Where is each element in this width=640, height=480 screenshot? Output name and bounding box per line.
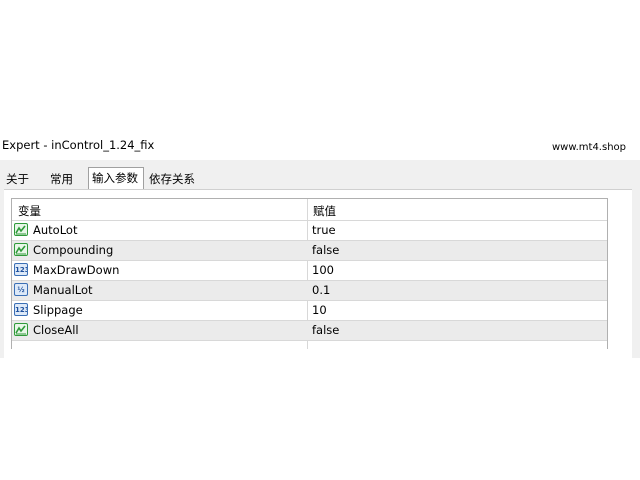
column-header-variable[interactable]: 变量 xyxy=(18,203,41,219)
param-value[interactable]: false xyxy=(312,323,339,337)
tab-common[interactable]: 常用 xyxy=(47,170,76,189)
window-title: Expert - inControl_1.24_fix xyxy=(2,138,155,152)
inputs-panel: 变量 赋值 AutoLot true Compounding false 12 … xyxy=(4,189,632,359)
param-row-closeall[interactable]: CloseAll false xyxy=(12,321,607,341)
dialog-body: 关于 常用 输入参数 依存关系 变量 赋值 AutoLot true Compo… xyxy=(0,160,640,359)
int-icon: 123 xyxy=(14,303,28,316)
bool-icon xyxy=(14,323,28,336)
double-icon: ½ xyxy=(14,283,28,296)
bool-icon xyxy=(14,223,28,236)
param-row-maxdrawdown[interactable]: 123 MaxDrawDown 100 xyxy=(12,261,607,281)
tab-dependencies[interactable]: 依存关系 xyxy=(146,170,198,189)
parameters-grid: 变量 赋值 AutoLot true Compounding false 12 … xyxy=(11,198,608,349)
int-icon: 123 xyxy=(14,263,28,276)
title-bar: Expert - inControl_1.24_fix www.mt4.shop xyxy=(0,134,640,160)
param-name: MaxDrawDown xyxy=(33,263,120,277)
watermark-text: www.mt4.shop xyxy=(551,142,626,153)
param-value[interactable]: 0.1 xyxy=(312,283,330,297)
expert-properties-dialog: Expert - inControl_1.24_fix www.mt4.shop… xyxy=(0,134,640,359)
param-name: CloseAll xyxy=(33,323,79,337)
tab-about[interactable]: 关于 xyxy=(3,170,32,189)
param-row-manuallot[interactable]: ½ ManualLot 0.1 xyxy=(12,281,607,301)
grid-header: 变量 赋值 xyxy=(12,199,607,221)
param-name: Slippage xyxy=(33,303,83,317)
param-value[interactable]: true xyxy=(312,223,336,237)
param-name: AutoLot xyxy=(33,223,78,237)
param-row-compounding[interactable]: Compounding false xyxy=(12,241,607,261)
param-row-slippage[interactable]: 123 Slippage 10 xyxy=(12,301,607,321)
param-value[interactable]: 100 xyxy=(312,263,334,277)
tab-inputs[interactable]: 输入参数 xyxy=(88,167,144,189)
column-header-value[interactable]: 赋值 xyxy=(313,203,336,219)
param-value[interactable]: false xyxy=(312,243,339,257)
param-value[interactable]: 10 xyxy=(312,303,327,317)
page: Expert - inControl_1.24_fix www.mt4.shop… xyxy=(0,0,640,480)
bool-icon xyxy=(14,243,28,256)
param-row-autolot[interactable]: AutoLot true xyxy=(12,221,607,241)
param-name: ManualLot xyxy=(33,283,93,297)
param-name: Compounding xyxy=(33,243,114,257)
tab-bar: 关于 常用 输入参数 依存关系 xyxy=(0,167,640,189)
